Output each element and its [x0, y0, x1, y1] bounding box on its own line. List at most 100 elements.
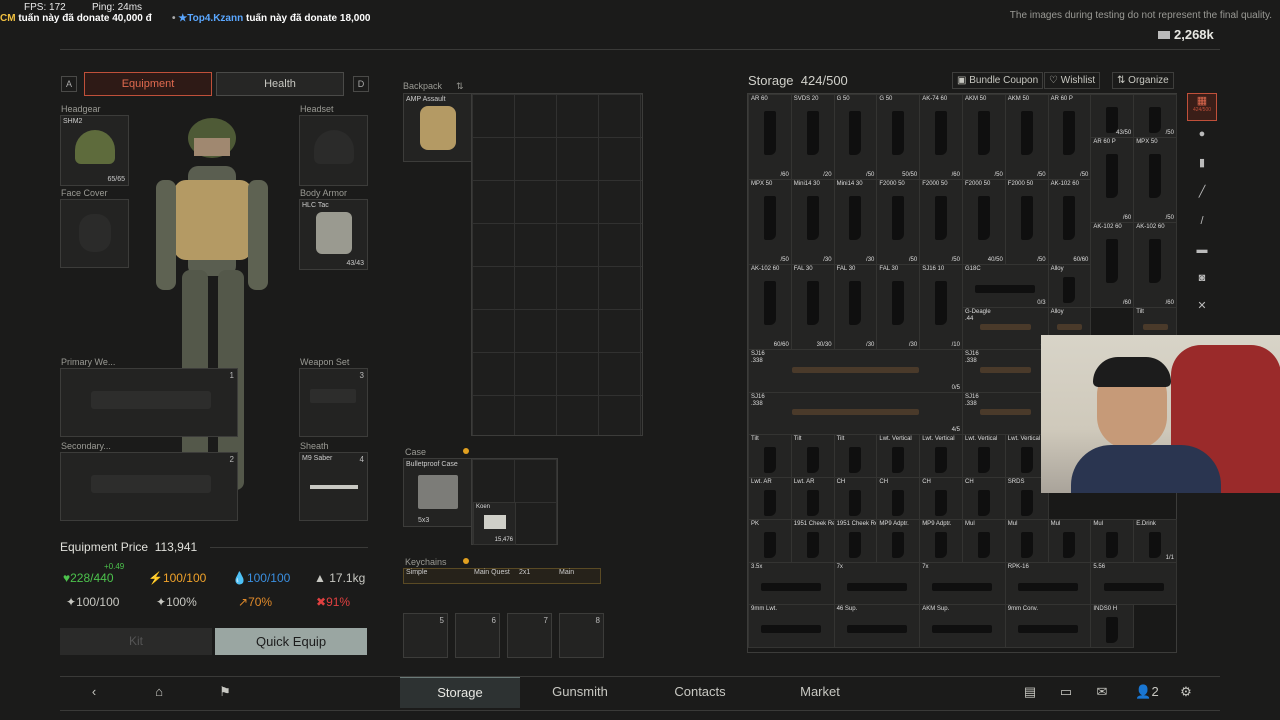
storage-item[interactable]: MP9 Adptr. — [876, 519, 921, 563]
storage-weapon[interactable]: SJ16.338 — [962, 391, 1049, 435]
friends-button[interactable]: 👤2 — [1130, 677, 1164, 707]
tab-market[interactable]: Market — [760, 677, 880, 707]
document-icon[interactable]: ▤ — [1020, 677, 1040, 707]
backpack-slot[interactable]: AMP Assault — [403, 93, 472, 162]
storage-item[interactable]: AK-102 60/60 — [1090, 221, 1135, 308]
storage-item[interactable]: PK — [748, 519, 792, 563]
storage-item[interactable]: Alloy — [1047, 264, 1092, 308]
settings-gear-icon[interactable]: ⚙ — [1176, 677, 1196, 707]
storage-item[interactable]: Mul — [1047, 519, 1092, 563]
storage-item[interactable]: Lwt. Vertical — [876, 434, 921, 478]
storage-item[interactable]: 1951 Cheek Rest — [833, 519, 878, 563]
storage-weapon[interactable]: SJ16.338 — [962, 349, 1049, 393]
storage-item[interactable]: Tilt — [833, 434, 878, 478]
filter-all[interactable]: ▦ 424/500 — [1187, 93, 1217, 121]
storage-item[interactable]: AK-102 60 60/60 — [748, 264, 792, 350]
storage-item[interactable]: F2000 50/50 — [1004, 179, 1049, 265]
slot-headgear[interactable]: Headgear SHM2 65/65 — [60, 104, 129, 186]
storage-item[interactable]: Tilt — [748, 434, 792, 478]
storage-item[interactable]: AK-102 60 60/60 — [1047, 179, 1092, 265]
case-grid[interactable]: Koen 15,476 — [471, 458, 558, 545]
ammo-filter-icon[interactable]: / — [1191, 210, 1213, 232]
storage-item[interactable]: 1951 Cheek Rest — [790, 519, 835, 563]
mod-filter-icon[interactable]: ▬ — [1191, 239, 1213, 261]
storage-item[interactable]: AR 60 P/60 — [1090, 136, 1135, 223]
chat-icon[interactable]: ▭ — [1056, 677, 1076, 707]
storage-item[interactable]: 43/50 — [1090, 94, 1135, 138]
slot-sheath[interactable]: Sheath M9 Saber 4 — [299, 441, 368, 521]
keychain-bar[interactable]: Simple Main Quest 2x1 Main — [403, 568, 601, 584]
tab-contacts[interactable]: Contacts — [640, 677, 760, 707]
tab-storage[interactable]: Storage — [400, 677, 520, 708]
storage-item[interactable]: AK-102 60/60 — [1133, 221, 1177, 308]
storage-weapon[interactable]: SJ16.338 4/5 — [748, 391, 963, 435]
storage-item[interactable]: G 50 50/50 — [876, 94, 921, 180]
storage-item[interactable]: AR 60 P/50 — [1047, 94, 1092, 180]
misc-filter-icon[interactable]: ✕ — [1191, 295, 1213, 317]
storage-item[interactable]: AKM Sup. — [919, 604, 1006, 648]
slot-face-cover[interactable]: Face Cover — [60, 188, 129, 268]
sort-icon[interactable]: ⇅ — [456, 81, 464, 92]
medical-filter-icon[interactable]: ◙ — [1191, 267, 1213, 289]
prev-tab-key[interactable]: A — [61, 76, 77, 92]
storage-item[interactable]: E.Drink 1/1 — [1133, 519, 1177, 563]
storage-item[interactable]: Lwt. Vertical — [919, 434, 963, 478]
storage-item[interactable]: Mul — [1004, 519, 1049, 563]
backpack-grid[interactable] — [471, 93, 643, 436]
storage-item[interactable]: CH — [962, 476, 1006, 520]
quick-slot[interactable]: 5 — [403, 613, 448, 658]
storage-item[interactable]: 3.5x — [748, 561, 835, 605]
back-icon[interactable]: ‹ — [82, 677, 106, 707]
storage-item[interactable]: F2000 50 40/50 — [962, 179, 1006, 265]
bundle-coupon-button[interactable]: ▣ Bundle Coupon — [952, 72, 1044, 89]
storage-item[interactable]: AKM 50/50 — [962, 94, 1006, 180]
storage-item[interactable]: MPX 50/50 — [748, 179, 792, 265]
case-slot[interactable]: Bulletproof Case 5x3 — [403, 458, 472, 527]
storage-item[interactable]: Lwt. AR — [790, 476, 835, 520]
storage-item[interactable]: FAL 30 30/30 — [790, 264, 835, 350]
storage-weapon[interactable]: SJ16.338 0/5 — [748, 349, 963, 393]
slot-body-armor[interactable]: Body Armor HLC Tac 43/43 — [299, 188, 368, 270]
home-icon[interactable]: ⌂ — [146, 677, 172, 707]
storage-item[interactable]: AKM 50/50 — [1004, 94, 1049, 180]
slot-secondary-weapon[interactable]: Secondary... 2 — [60, 441, 238, 521]
tab-equipment[interactable]: Equipment — [84, 72, 212, 96]
slot-headset[interactable]: Headset — [299, 104, 368, 186]
quick-slot[interactable]: 6 — [455, 613, 500, 658]
kit-button[interactable]: Kit — [60, 628, 212, 655]
storage-item[interactable]: Mini14 30/30 — [790, 179, 835, 265]
storage-item[interactable]: 9mm Lwt. — [748, 604, 835, 648]
storage-item[interactable]: MPX 50/50 — [1133, 136, 1177, 223]
storage-item[interactable]: 5.56 — [1090, 561, 1177, 605]
mail-icon[interactable]: ✉ — [1092, 677, 1112, 707]
storage-item[interactable]: Mini14 30/30 — [833, 179, 878, 265]
tab-gunsmith[interactable]: Gunsmith — [520, 677, 640, 707]
weapon-filter-icon[interactable]: ╱ — [1191, 181, 1213, 203]
storage-item[interactable]: F2000 50/50 — [919, 179, 963, 265]
armor-filter-icon[interactable]: ▮ — [1191, 152, 1213, 174]
flag-icon[interactable]: ⚑ — [212, 677, 238, 707]
storage-item[interactable]: G18C 0/3 — [962, 264, 1049, 308]
storage-item[interactable]: CH — [833, 476, 878, 520]
storage-item[interactable]: Lwt. AR — [748, 476, 792, 520]
slot-primary-weapon[interactable]: Primary We... 1 — [60, 357, 238, 437]
storage-item[interactable]: 9mm Conv. — [1004, 604, 1092, 648]
slot-weapon-set[interactable]: Weapon Set 3 — [299, 357, 368, 437]
storage-item[interactable]: /50 — [1133, 94, 1177, 138]
tab-health[interactable]: Health — [216, 72, 344, 96]
organize-button[interactable]: ⇅ Organize — [1112, 72, 1174, 89]
next-tab-key[interactable]: D — [353, 76, 369, 92]
storage-item[interactable]: 46 Sup. — [833, 604, 921, 648]
storage-item[interactable]: AR 60/60 — [748, 94, 792, 180]
storage-item[interactable]: CH — [876, 476, 921, 520]
storage-item[interactable]: FAL 30/30 — [876, 264, 921, 350]
quick-slot[interactable]: 8 — [559, 613, 604, 658]
storage-weapon[interactable]: G-Deagle.448/ — [962, 306, 1049, 350]
storage-item[interactable]: FAL 30/30 — [833, 264, 878, 350]
storage-item[interactable]: G 50/50 — [833, 94, 878, 180]
storage-item[interactable]: SJ16 10/10 — [919, 264, 963, 350]
storage-item[interactable]: F2000 50/50 — [876, 179, 921, 265]
quick-slot[interactable]: 7 — [507, 613, 552, 658]
storage-item[interactable]: SVDS 20/20 — [790, 94, 835, 180]
currency-item[interactable]: Koen 15,476 — [473, 502, 516, 545]
